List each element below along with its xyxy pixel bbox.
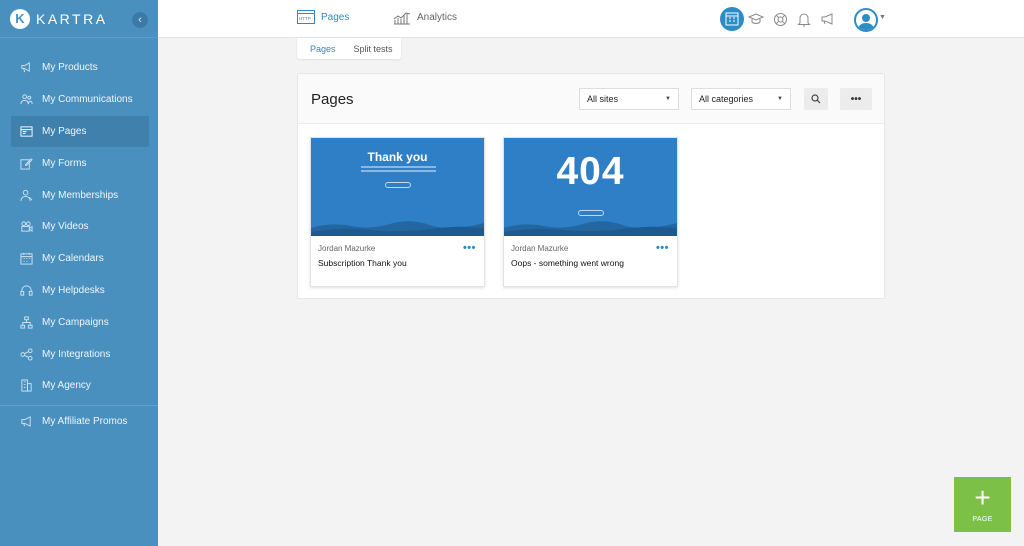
sidebar-item-label: My Affiliate Promos — [42, 416, 128, 428]
panel-header: Pages All sites ▼ All categories ▼ ••• — [298, 74, 884, 124]
apps-grid-button[interactable] — [720, 7, 744, 31]
notifications-button[interactable] — [792, 7, 816, 31]
sidebar-item-label: My Products — [42, 62, 98, 74]
bullhorn-icon — [19, 415, 33, 429]
kartra-logo-icon: K — [10, 8, 30, 29]
chevron-down-icon[interactable]: ▼ — [879, 14, 886, 21]
sidebar-item-pages[interactable]: My Pages — [11, 115, 149, 148]
top-icon-group — [720, 7, 840, 31]
calendar-grid-icon — [725, 12, 739, 26]
page-card[interactable]: Thank you Jordan Mazurke ••• Subscriptio… — [310, 137, 485, 287]
sidebar-item-label: My Integrations — [42, 348, 111, 360]
page-thumbnail: 404 — [504, 138, 677, 236]
sidebar: K KARTRA ‹ My Products My Communications… — [0, 0, 158, 546]
sidebar-item-products[interactable]: My Products — [0, 52, 149, 84]
brand-name: KARTRA — [36, 10, 108, 27]
sidebar-item-forms[interactable]: My Forms — [0, 147, 149, 179]
sidebar-item-videos[interactable]: My Videos — [0, 211, 149, 243]
video-icon — [19, 220, 33, 234]
announcements-button[interactable] — [816, 7, 840, 31]
thumbnail-title: 404 — [556, 150, 625, 193]
bell-icon — [797, 13, 811, 26]
sidebar-item-integrations[interactable]: My Integrations — [0, 338, 149, 370]
sidebar-item-label: My Communications — [42, 94, 133, 106]
pages-panel: Pages All sites ▼ All categories ▼ ••• T… — [297, 73, 885, 299]
graduation-cap-icon — [748, 13, 764, 24]
sidebar-item-label: My Videos — [42, 221, 89, 233]
sidebar-item-label: My Calendars — [42, 253, 104, 265]
page-thumbnail: Thank you — [311, 138, 484, 236]
card-author: Jordan Mazurke — [511, 244, 569, 253]
sidebar-item-label: My Memberships — [42, 189, 119, 201]
sidebar-item-agency[interactable]: My Agency — [0, 370, 149, 402]
page-title: Pages — [311, 91, 354, 108]
thumbnail-button — [385, 182, 411, 188]
sitemap-icon — [19, 315, 33, 329]
help-button[interactable] — [768, 7, 792, 31]
browser-icon — [19, 124, 33, 138]
sidebar-item-label: My Pages — [42, 125, 87, 137]
subtabs: Pages Split tests — [297, 38, 401, 59]
megaphone-icon — [821, 13, 832, 25]
categories-select[interactable]: All categories ▼ — [691, 88, 791, 110]
sidebar-item-helpdesks[interactable]: My Helpdesks — [0, 275, 149, 307]
sidebar-item-memberships[interactable]: My Memberships — [0, 179, 149, 211]
http-page-icon: HTTP — [297, 10, 315, 24]
tab-pages[interactable]: HTTP Pages — [297, 10, 349, 24]
page-card[interactable]: 404 Jordan Mazurke ••• Oops - something … — [503, 137, 678, 287]
sites-select-value: All sites — [587, 94, 619, 104]
plus-icon: + — [974, 482, 991, 513]
search-icon — [811, 94, 821, 104]
pencil-square-icon — [19, 156, 33, 170]
headset-icon — [19, 283, 33, 297]
member-icon — [19, 188, 33, 202]
tab-analytics[interactable]: Analytics — [393, 10, 457, 25]
lifebuoy-icon — [773, 12, 787, 26]
academy-button[interactable] — [744, 7, 768, 31]
user-icon — [858, 14, 874, 30]
building-icon — [19, 379, 33, 393]
tab-label: Analytics — [417, 12, 458, 23]
sidebar-collapse-button[interactable]: ‹ — [132, 12, 148, 28]
sidebar-item-affiliate-promos[interactable]: My Affiliate Promos — [0, 406, 149, 438]
card-menu-icon[interactable]: ••• — [656, 242, 669, 254]
card-menu-icon[interactable]: ••• — [463, 242, 476, 254]
tab-label: Pages — [321, 11, 350, 23]
sidebar-item-label: My Campaigns — [42, 316, 109, 328]
caret-down-icon: ▼ — [777, 96, 783, 102]
sidebar-nav: My Products My Communications My Pages M… — [0, 52, 158, 438]
svg-text:HTTP: HTTP — [299, 16, 311, 21]
thumbnail-title: Thank you — [367, 150, 428, 164]
add-page-button[interactable]: + PAGE — [954, 477, 1011, 532]
sidebar-item-label: My Helpdesks — [42, 284, 105, 296]
add-page-label: PAGE — [972, 516, 993, 523]
sidebar-item-communications[interactable]: My Communications — [0, 84, 149, 116]
card-title: Subscription Thank you — [318, 258, 407, 268]
search-button[interactable] — [804, 88, 828, 110]
megaphone-cart-icon — [19, 61, 33, 75]
categories-select-value: All categories — [699, 94, 754, 104]
sidebar-item-calendars[interactable]: My Calendars — [0, 243, 149, 275]
user-avatar[interactable] — [854, 8, 878, 32]
chart-icon — [393, 12, 411, 25]
thumbnail-hills — [504, 221, 677, 236]
sites-select[interactable]: All sites ▼ — [579, 88, 679, 110]
people-icon — [19, 93, 33, 107]
subtab-split-tests[interactable]: Split tests — [354, 44, 393, 54]
subtab-pages[interactable]: Pages — [310, 44, 336, 54]
card-author: Jordan Mazurke — [318, 244, 376, 253]
more-options-button[interactable]: ••• — [840, 88, 872, 110]
sidebar-item-label: My Agency — [42, 380, 91, 392]
thumbnail-hills — [311, 221, 484, 236]
top-bar: HTTP Pages Analytics ▼ — [158, 0, 1024, 38]
sidebar-item-campaigns[interactable]: My Campaigns — [0, 306, 149, 338]
share-icon — [19, 347, 33, 361]
caret-down-icon: ▼ — [665, 96, 671, 102]
sidebar-item-label: My Forms — [42, 157, 87, 169]
card-title: Oops - something went wrong — [511, 258, 624, 268]
calendar-icon — [19, 252, 33, 266]
thumbnail-subtext-lines — [361, 166, 436, 168]
